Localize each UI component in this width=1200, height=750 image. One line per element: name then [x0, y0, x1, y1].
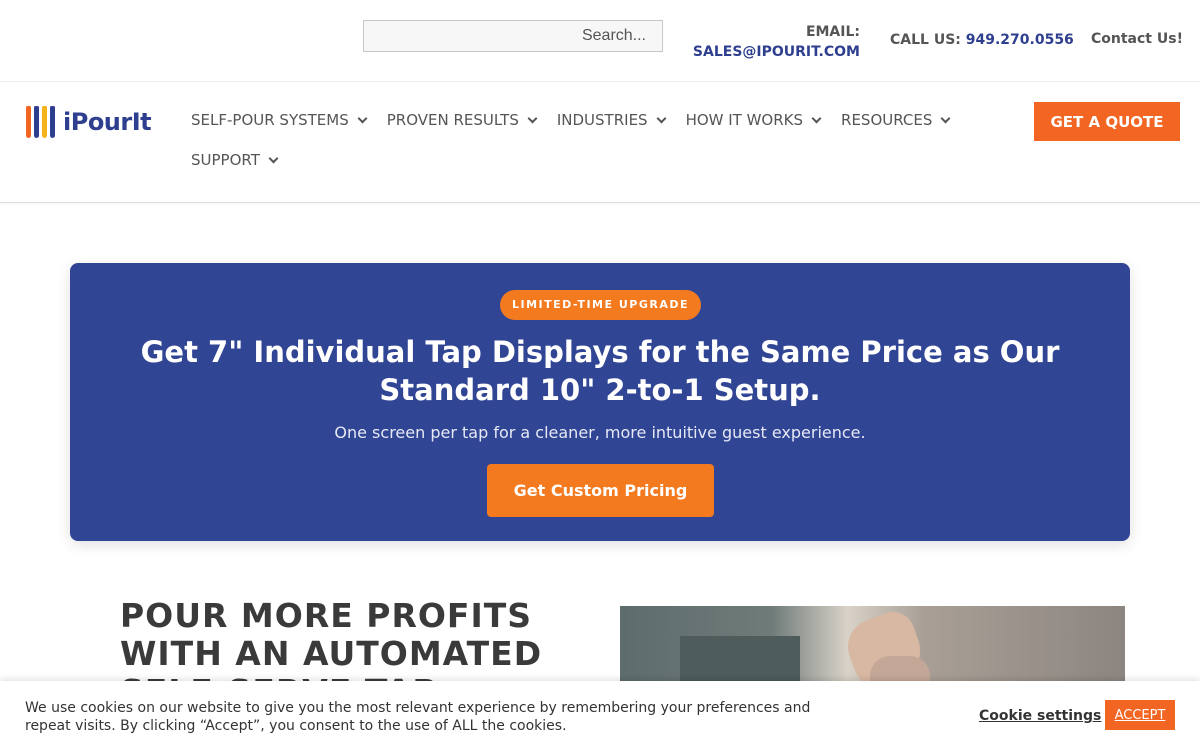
chevron-down-icon	[527, 113, 538, 123]
nav-menu: SELF-POUR SYSTEMS PROVEN RESULTS INDUSTR…	[191, 110, 951, 170]
nav-item-how-it-works[interactable]: HOW IT WORKS	[685, 110, 822, 130]
contact-link[interactable]: Contact Us!	[1091, 31, 1183, 47]
chevron-down-icon	[268, 153, 279, 163]
chevron-down-icon	[940, 113, 951, 123]
top-utility-bar: EMAIL: SALES@IPOURIT.COM CALL US: 949.27…	[0, 0, 1200, 82]
logo[interactable]: iPourIt	[26, 104, 152, 140]
nav-item-label: PROVEN RESULTS	[386, 111, 519, 129]
nav-item-support[interactable]: SUPPORT	[191, 150, 279, 170]
cookie-settings-link[interactable]: Cookie settings	[979, 708, 1101, 724]
promo-badge: LIMITED-TIME UPGRADE	[500, 290, 701, 320]
chevron-down-icon	[811, 113, 822, 123]
email-link[interactable]: SALES@IPOURIT.COM	[693, 42, 860, 62]
logo-taps-icon	[26, 106, 55, 138]
cookie-consent-bar: We use cookies on our website to give yo…	[0, 681, 1200, 750]
tap-icon	[42, 106, 47, 138]
accept-cookies-button[interactable]: ACCEPT	[1105, 700, 1175, 730]
main-navbar: iPourIt SELF-POUR SYSTEMS PROVEN RESULTS…	[0, 84, 1200, 203]
get-custom-pricing-button[interactable]: Get Custom Pricing	[487, 464, 714, 517]
nav-item-label: SELF-POUR SYSTEMS	[191, 111, 349, 129]
promo-subtitle: One screen per tap for a cleaner, more i…	[334, 423, 866, 442]
chevron-down-icon	[656, 113, 667, 123]
nav-item-self-pour-systems[interactable]: SELF-POUR SYSTEMS	[191, 110, 368, 130]
phone-link[interactable]: 949.270.0556	[966, 32, 1074, 48]
nav-item-label: SUPPORT	[191, 151, 260, 169]
nav-item-proven-results[interactable]: PROVEN RESULTS	[386, 110, 538, 130]
cookie-message: We use cookies on our website to give yo…	[25, 700, 811, 734]
tap-icon	[34, 106, 39, 138]
promo-title: Get 7" Individual Tap Displays for the S…	[140, 335, 1060, 407]
chevron-down-icon	[357, 113, 368, 123]
get-a-quote-button[interactable]: GET A QUOTE	[1034, 102, 1180, 141]
tap-icon	[50, 106, 55, 138]
search-input[interactable]	[364, 21, 662, 51]
email-block: EMAIL: SALES@IPOURIT.COM	[693, 22, 860, 62]
tap-icon	[26, 106, 31, 138]
page: EMAIL: SALES@IPOURIT.COM CALL US: 949.27…	[0, 0, 1200, 750]
logo-text: iPourIt	[63, 108, 152, 136]
call-us: CALL US: 949.270.0556	[890, 32, 1074, 48]
nav-item-label: HOW IT WORKS	[685, 111, 804, 129]
search-box	[363, 20, 663, 52]
call-label: CALL US:	[890, 32, 961, 48]
nav-item-label: RESOURCES	[841, 111, 933, 129]
nav-item-label: INDUSTRIES	[556, 111, 648, 129]
promo-banner: LIMITED-TIME UPGRADE Get 7" Individual T…	[70, 263, 1130, 541]
email-label: EMAIL:	[805, 24, 860, 40]
nav-item-industries[interactable]: INDUSTRIES	[556, 110, 667, 130]
nav-item-resources[interactable]: RESOURCES	[841, 110, 951, 130]
